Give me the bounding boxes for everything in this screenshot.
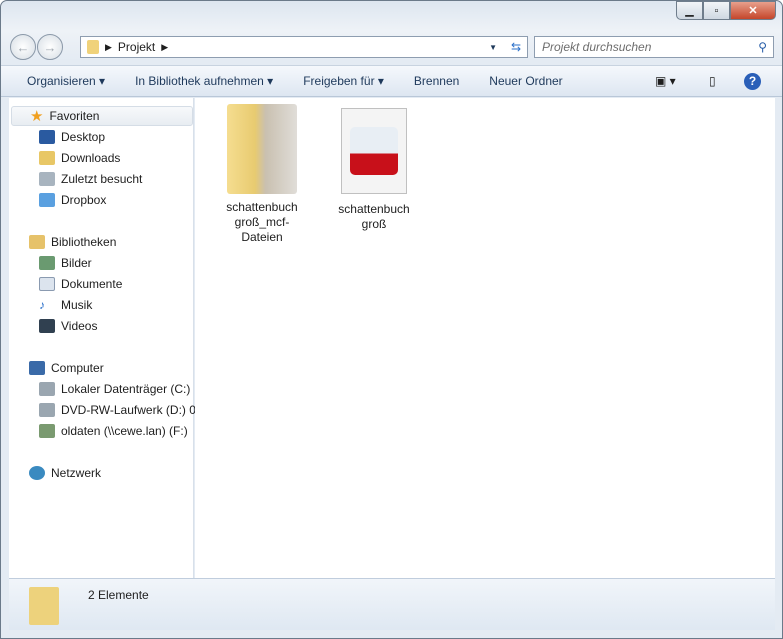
recent-places-icon xyxy=(39,172,55,186)
sidebar-item-downloads[interactable]: Downloads xyxy=(39,148,120,168)
libraries-icon xyxy=(29,235,45,249)
downloads-icon xyxy=(39,151,55,165)
videos-icon xyxy=(39,319,55,333)
network-icon xyxy=(29,466,45,480)
search-icon: ⚲ xyxy=(758,40,767,54)
folder-icon xyxy=(227,104,297,194)
hard-drive-icon xyxy=(39,382,55,396)
minimize-button[interactable]: ▁ xyxy=(676,1,703,20)
sidebar-item-desktop[interactable]: Desktop xyxy=(39,127,105,147)
preview-pane-icon[interactable]: ▯ xyxy=(709,74,716,88)
photobook-document-icon xyxy=(341,108,407,194)
search-input[interactable]: Projekt durchsuchen ⚲ xyxy=(534,36,774,58)
chevron-right-icon: ▶ xyxy=(105,41,112,52)
sidebar-libraries[interactable]: Bibliotheken xyxy=(29,232,116,252)
sidebar-item-drive-f[interactable]: oldaten (\\cewe.lan) (F:) xyxy=(39,421,188,441)
sidebar-item-dropbox[interactable]: Dropbox xyxy=(39,190,106,210)
star-icon: ★ xyxy=(30,108,44,125)
help-icon[interactable]: ? xyxy=(744,72,761,90)
network-drive-icon xyxy=(39,424,55,438)
file-item-folder[interactable]: schattenbuch groß_mcf-Dateien xyxy=(217,104,307,245)
file-list: schattenbuch groß_mcf-Dateien schattenbu… xyxy=(195,98,775,578)
chevron-right-icon: ▶ xyxy=(161,41,169,52)
organize-button[interactable]: Organisieren ▾ xyxy=(27,74,105,88)
sidebar-item-drive-c[interactable]: Lokaler Datenträger (C:) xyxy=(39,379,190,399)
back-button[interactable]: ← xyxy=(10,34,36,60)
sidebar-computer[interactable]: Computer xyxy=(29,358,104,378)
forward-button[interactable]: → xyxy=(37,34,63,60)
burn-button[interactable]: Brennen xyxy=(414,74,459,88)
music-icon: ♪ xyxy=(39,298,45,312)
command-bar: Organisieren ▾ In Bibliothek aufnehmen ▾… xyxy=(1,65,782,97)
sidebar-item-videos[interactable]: Videos xyxy=(39,316,97,336)
close-button[interactable]: ✕ xyxy=(730,1,776,20)
file-item-document[interactable]: schattenbuch groß xyxy=(329,108,419,232)
dropbox-icon xyxy=(39,193,55,207)
folder-icon xyxy=(87,40,99,54)
desktop-icon xyxy=(39,130,55,144)
address-dropdown-icon[interactable]: ▼ xyxy=(489,43,497,52)
navigation-pane: ★ Favoriten Desktop Downloads Zuletzt bes… xyxy=(9,98,203,578)
item-count: 2 Elemente xyxy=(88,588,149,602)
computer-icon xyxy=(29,361,45,375)
sidebar-item-pictures[interactable]: Bilder xyxy=(39,253,92,273)
share-with-button[interactable]: Freigeben für ▾ xyxy=(303,74,384,88)
sidebar-item-music[interactable]: ♪ Musik xyxy=(39,295,92,315)
pictures-icon xyxy=(39,256,55,270)
details-pane: 2 Elemente xyxy=(9,578,775,630)
dvd-drive-icon xyxy=(39,403,55,417)
refresh-icon[interactable]: ⇆ xyxy=(511,40,521,54)
maximize-button[interactable]: ▫ xyxy=(703,1,730,20)
sidebar-network[interactable]: Netzwerk xyxy=(29,463,101,483)
view-options-icon[interactable]: ▣ ▾ xyxy=(655,74,676,88)
sidebar-item-drive-d[interactable]: DVD-RW-Laufwerk (D:) 08 xyxy=(39,400,203,420)
new-folder-button[interactable]: Neuer Ordner xyxy=(489,74,562,88)
explorer-window: ▁ ▫ ✕ ← → ▶ Projekt ▶ ▼ ⇆ Projekt durchs… xyxy=(0,0,783,639)
breadcrumb-projekt[interactable]: Projekt xyxy=(118,40,155,54)
sidebar-favorites[interactable]: ★ Favoriten xyxy=(11,106,193,126)
folder-icon xyxy=(29,587,59,625)
sidebar-item-recent[interactable]: Zuletzt besucht xyxy=(39,169,142,189)
documents-icon xyxy=(39,277,55,291)
include-in-library-button[interactable]: In Bibliothek aufnehmen ▾ xyxy=(135,74,273,88)
sidebar-item-documents[interactable]: Dokumente xyxy=(39,274,122,294)
address-bar[interactable]: ▶ Projekt ▶ ▼ ⇆ xyxy=(80,36,528,58)
